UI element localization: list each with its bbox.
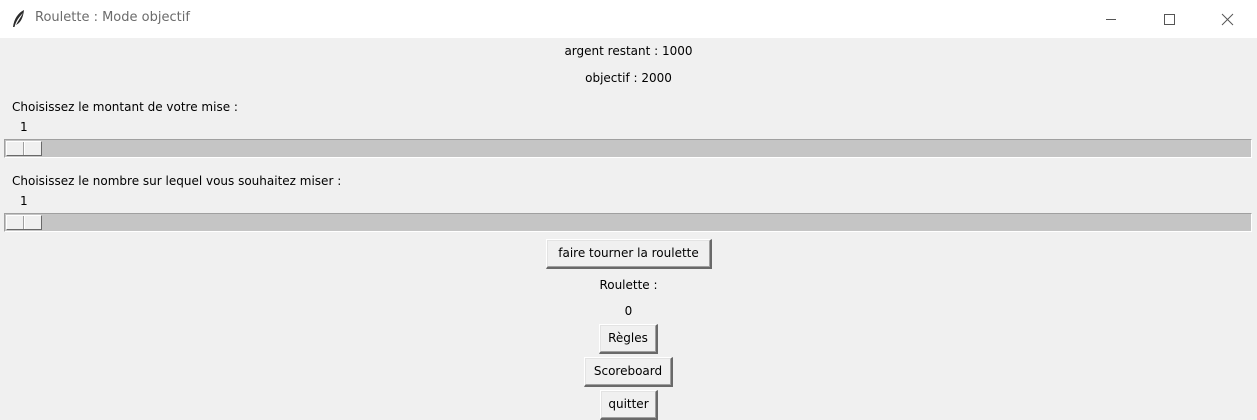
quit-button[interactable]: quitter <box>600 390 658 420</box>
bet-number-slider[interactable] <box>4 213 1252 232</box>
close-button[interactable] <box>1198 0 1256 38</box>
money-left-label: argent restant : 1000 <box>564 44 693 58</box>
maximize-icon <box>1164 14 1175 25</box>
maximize-button[interactable] <box>1140 0 1198 38</box>
rules-button[interactable]: Règles <box>599 324 658 354</box>
minimize-icon <box>1106 19 1116 20</box>
spin-roulette-button[interactable]: faire tourner la roulette <box>546 239 712 269</box>
feather-icon <box>10 9 28 29</box>
roulette-label: Roulette : <box>599 278 658 292</box>
bet-amount-slider[interactable] <box>4 139 1252 158</box>
window-title: Roulette : Mode objectif <box>35 10 190 25</box>
scoreboard-button-label: Scoreboard <box>585 358 671 385</box>
bet-number-label: Choisissez le nombre sur lequel vous sou… <box>12 174 342 188</box>
title-bar: Roulette : Mode objectif <box>0 0 1257 38</box>
spin-roulette-button-label: faire tourner la roulette <box>547 240 710 267</box>
bet-amount-label: Choisissez le montant de votre mise : <box>12 100 238 114</box>
bet-amount-value: 1 <box>20 120 28 134</box>
objective-label: objectif : 2000 <box>585 71 672 85</box>
close-icon <box>1221 13 1234 26</box>
bet-amount-slider-thumb[interactable] <box>6 141 42 156</box>
roulette-result: 0 <box>624 304 633 318</box>
quit-button-label: quitter <box>601 391 656 418</box>
bet-number-value: 1 <box>20 194 28 208</box>
bet-number-slider-thumb[interactable] <box>6 215 42 230</box>
scoreboard-button[interactable]: Scoreboard <box>584 357 673 387</box>
rules-button-label: Règles <box>600 325 656 352</box>
minimize-button[interactable] <box>1082 0 1140 38</box>
